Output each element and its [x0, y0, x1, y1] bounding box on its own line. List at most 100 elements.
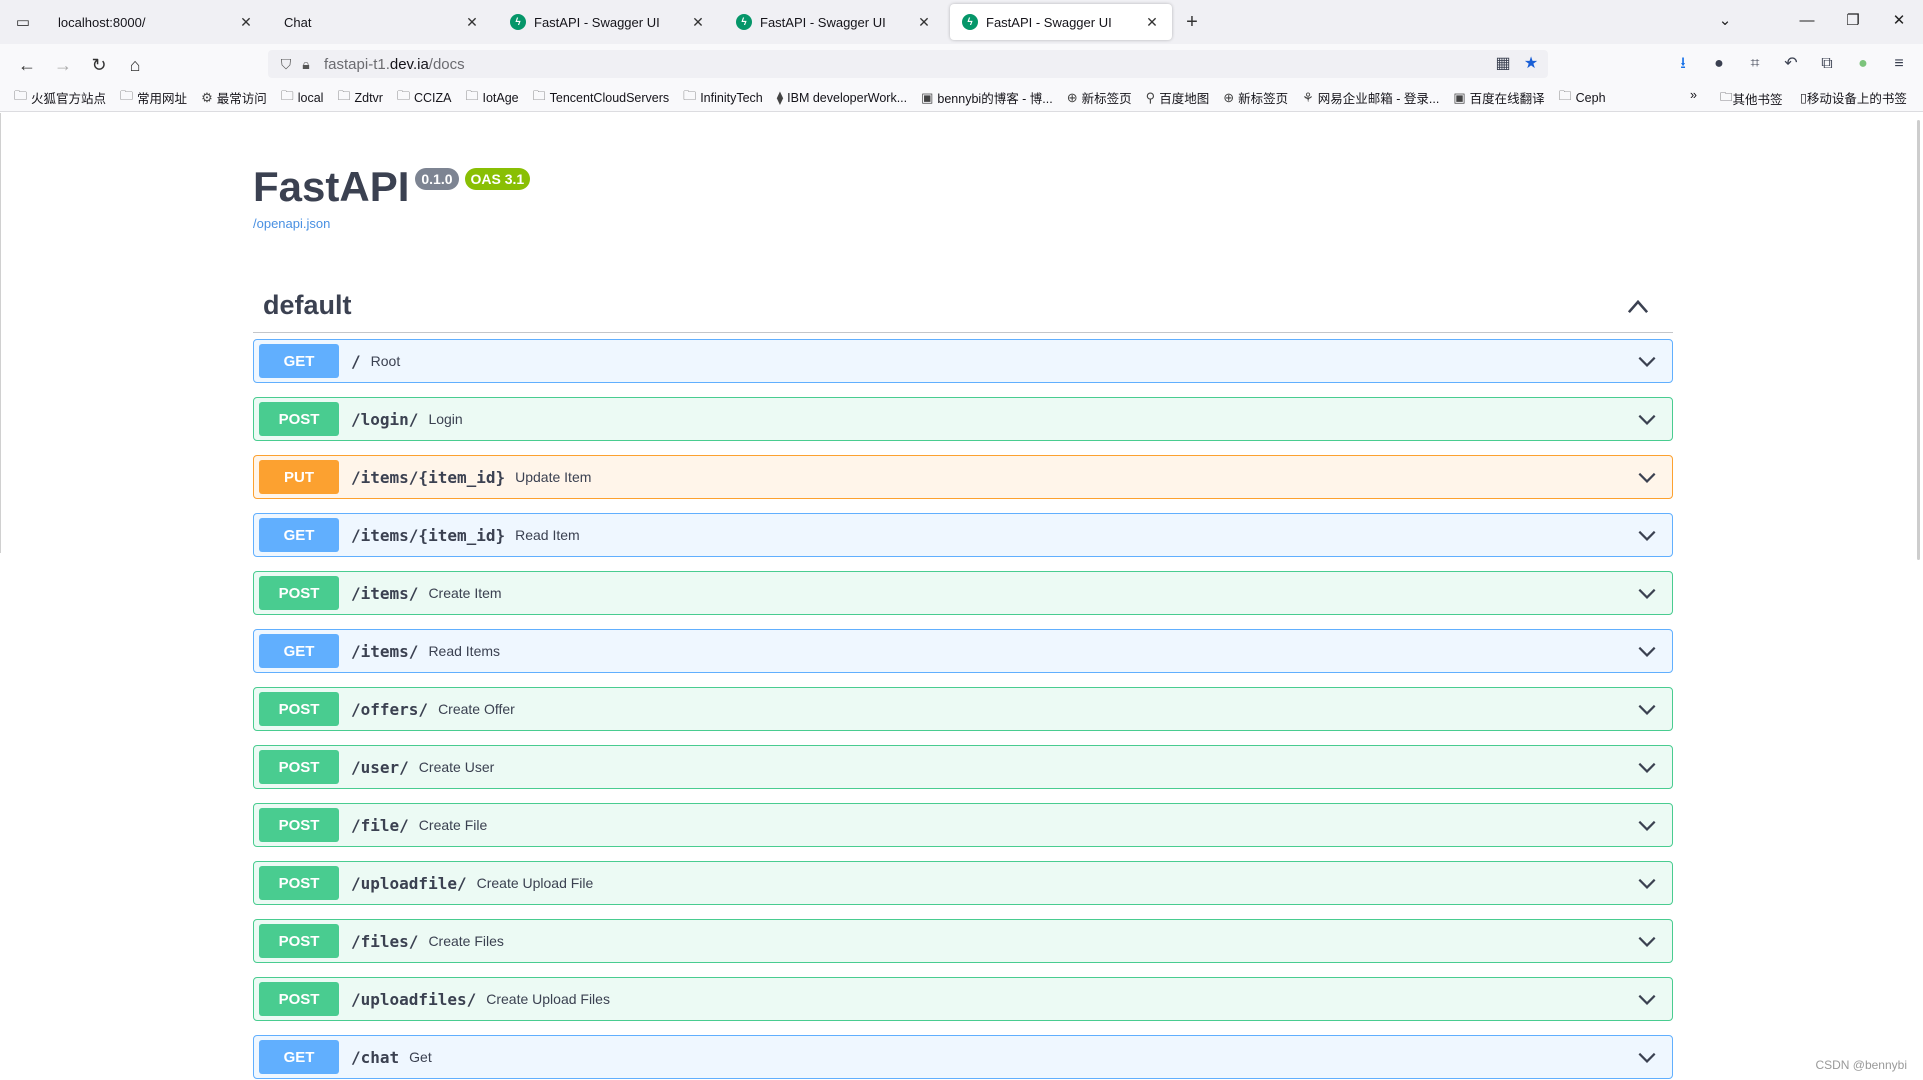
tab-chat[interactable]: Chat ✕: [272, 4, 492, 40]
bookmark-item[interactable]: ⧫ IBM developerWork...: [777, 90, 907, 106]
bookmark-item[interactable]: ▣ 百度在线翻译: [1453, 88, 1544, 107]
operation-summary: Create Files: [428, 933, 504, 949]
operation-get[interactable]: GET/items/Read Items: [253, 629, 1673, 673]
expand-chevron-down-icon[interactable]: [1636, 524, 1658, 546]
scrollbar[interactable]: [1917, 120, 1920, 560]
download-icon[interactable]: ⭳: [1670, 50, 1696, 78]
expand-chevron-down-icon[interactable]: [1636, 466, 1658, 488]
bookmark-item[interactable]: ⊕ 新标签页: [1223, 88, 1288, 107]
url-prefix: fastapi-t1.: [324, 55, 390, 73]
bookmark-label: InfinityTech: [700, 90, 763, 105]
tab-swagger-1[interactable]: ϟ FastAPI - Swagger UI ✕: [498, 4, 718, 40]
expand-chevron-down-icon[interactable]: [1636, 1046, 1658, 1068]
bookmark-item[interactable]: 🗀︎ Ceph: [1559, 87, 1606, 109]
bookmark-item[interactable]: 🗀︎ TencentCloudServers: [533, 87, 670, 109]
close-icon[interactable]: ✕: [1142, 14, 1162, 31]
forward-icon[interactable]: →: [50, 52, 76, 78]
undo-icon[interactable]: ↶: [1778, 50, 1804, 78]
fastapi-favicon-icon: ϟ: [736, 14, 752, 30]
expand-chevron-down-icon[interactable]: [1636, 698, 1658, 720]
account-avatar-icon[interactable]: ●: [1706, 50, 1732, 78]
expand-chevron-down-icon[interactable]: [1636, 814, 1658, 836]
url-bar[interactable]: ⛉ 🔒︎ fastapi-t1.dev.ia/docs: [268, 50, 1548, 78]
bookmark-item[interactable]: ⚘ 网易企业邮箱 - 登录...: [1302, 88, 1439, 107]
window-close-icon[interactable]: ✕: [1884, 8, 1914, 34]
bookmark-item[interactable]: 🗀︎ Zdtvr: [337, 87, 383, 109]
operation-summary: Create File: [418, 817, 488, 833]
bookmark-item[interactable]: 🗀︎ local: [281, 87, 324, 109]
bookmark-item[interactable]: ⚲ 百度地图: [1146, 88, 1210, 107]
close-icon[interactable]: ✕: [914, 14, 934, 31]
tab-list-icon[interactable]: ▭: [10, 10, 36, 34]
crop-icon[interactable]: ⌗: [1742, 50, 1768, 78]
operation-path: /items/{item_id}: [351, 467, 506, 487]
bookmark-item[interactable]: 🗀︎ 常用网址: [120, 87, 187, 109]
mail-icon: ⚘: [1302, 89, 1314, 105]
bookmark-item[interactable]: ⊕ 新标签页: [1067, 88, 1132, 107]
bookmark-label: IBM developerWork...: [787, 90, 908, 105]
operation-get[interactable]: GET/chat Get: [253, 1035, 1673, 1079]
operation-post[interactable]: POST/files/Create Files: [253, 919, 1673, 963]
bookmark-item[interactable]: ▣ bennybi的博客 - 博...: [921, 88, 1053, 107]
extensions-icon[interactable]: ⧉: [1814, 50, 1840, 78]
reload-icon[interactable]: ↻: [86, 52, 112, 78]
bookmark-item[interactable]: 🗀︎ InfinityTech: [683, 87, 763, 109]
close-icon[interactable]: ✕: [462, 14, 482, 31]
bookmark-item[interactable]: 🗀︎ IotAge: [465, 87, 518, 109]
operation-get[interactable]: GET / Root: [253, 339, 1673, 383]
expand-chevron-down-icon[interactable]: [1636, 930, 1658, 952]
http-method-badge: PUT: [259, 460, 339, 494]
expand-chevron-down-icon[interactable]: [1636, 350, 1658, 372]
bookmark-item[interactable]: ⚙︎ 最常访问: [201, 88, 267, 107]
tab-swagger-active[interactable]: ϟ FastAPI - Swagger UI ✕: [950, 4, 1172, 40]
back-icon[interactable]: ←: [14, 52, 40, 78]
collapse-chevron-up-icon[interactable]: [1625, 294, 1651, 320]
new-tab-icon[interactable]: +: [1180, 10, 1204, 34]
bookmark-mobile[interactable]: ▯ 移动设备上的书签: [1800, 88, 1907, 107]
lock-icon[interactable]: 🔒︎: [296, 56, 316, 73]
operation-get[interactable]: GET/items/{item_id} Read Item: [253, 513, 1673, 557]
minimize-icon[interactable]: —: [1792, 8, 1822, 34]
operation-post[interactable]: POST/uploadfiles/Create Upload Files: [253, 977, 1673, 1021]
http-method-badge: POST: [259, 982, 339, 1016]
operation-post[interactable]: POST/items/Create Item: [253, 571, 1673, 615]
expand-chevron-down-icon[interactable]: [1636, 756, 1658, 778]
bookmark-item[interactable]: 🗀︎ 火狐官方站点: [14, 87, 106, 109]
folder-icon: 🗀︎: [280, 87, 294, 103]
expand-chevron-down-icon[interactable]: [1636, 988, 1658, 1010]
folder-icon: 🗀︎: [1720, 90, 1733, 104]
operation-post[interactable]: POST/file/Create File: [253, 803, 1673, 847]
bookmark-item[interactable]: 🗀︎ CCIZA: [397, 87, 452, 109]
bookmark-other[interactable]: 🗀︎ 其他书签: [1720, 88, 1783, 109]
tab-swagger-2[interactable]: ϟ FastAPI - Swagger UI ✕: [724, 4, 944, 40]
operation-summary: Get: [409, 1049, 432, 1065]
close-icon[interactable]: ✕: [688, 14, 708, 31]
url-text[interactable]: fastapi-t1.dev.ia/docs: [324, 56, 465, 73]
tag-section-header[interactable]: default: [253, 288, 1673, 333]
expand-chevron-down-icon[interactable]: [1636, 408, 1658, 430]
operation-path: /items/: [351, 641, 419, 661]
expand-chevron-down-icon[interactable]: [1636, 582, 1658, 604]
restore-icon[interactable]: ❐: [1838, 8, 1868, 34]
close-icon[interactable]: ✕: [236, 14, 256, 31]
shield-icon[interactable]: ⛉: [276, 56, 296, 73]
extension-status-icon[interactable]: ●: [1850, 50, 1876, 78]
openapi-json-link[interactable]: /openapi.json: [253, 216, 330, 231]
home-icon[interactable]: ⌂: [122, 52, 148, 78]
expand-chevron-down-icon[interactable]: [1636, 640, 1658, 662]
tab-overflow-chevron-icon[interactable]: ⌄: [1710, 8, 1740, 34]
qr-code-icon[interactable]: ▦: [1490, 50, 1516, 78]
http-method-badge: POST: [259, 692, 339, 726]
operation-post[interactable]: POST/user/Create User: [253, 745, 1673, 789]
expand-chevron-down-icon[interactable]: [1636, 872, 1658, 894]
tab-localhost[interactable]: localhost:8000/ ✕: [46, 4, 266, 40]
operation-path: /items/: [351, 583, 419, 603]
menu-icon[interactable]: ≡: [1886, 50, 1912, 78]
operation-post[interactable]: POST/uploadfile/Create Upload File: [253, 861, 1673, 905]
operation-put[interactable]: PUT/items/{item_id} Update Item: [253, 455, 1673, 499]
operation-post[interactable]: POST/login/Login: [253, 397, 1673, 441]
bookmarks-overflow-icon[interactable]: »: [1690, 88, 1697, 102]
bookmark-star-icon[interactable]: ★: [1518, 50, 1544, 78]
operation-post[interactable]: POST/offers/Create Offer: [253, 687, 1673, 731]
url-host: dev.ia: [389, 55, 429, 73]
